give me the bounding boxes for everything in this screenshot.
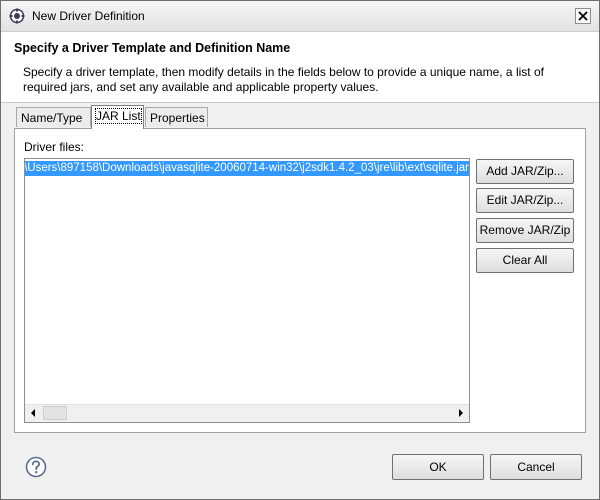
page-description: Specify a driver template, then modify d… <box>23 65 544 94</box>
help-icon[interactable] <box>25 456 47 478</box>
page-title: Specify a Driver Template and Definition… <box>14 41 291 55</box>
arrow-right-icon <box>459 409 463 417</box>
close-icon <box>578 11 588 21</box>
window-title: New Driver Definition <box>32 9 145 23</box>
list-item[interactable]: C:\Users\897158\Downloads\javasqlite-200… <box>25 161 469 176</box>
scroll-thumb[interactable] <box>43 406 67 420</box>
cancel-button[interactable]: Cancel <box>490 454 582 480</box>
tab-label: Properties <box>150 111 205 125</box>
horizontal-scrollbar[interactable] <box>25 404 469 422</box>
header-banner: Specify a Driver Template and Definition… <box>1 32 599 103</box>
dialog-window: New Driver Definition Specify a Driver T… <box>0 0 600 500</box>
edit-jar-button[interactable]: Edit JAR/Zip... <box>476 188 574 213</box>
tab-jar-list[interactable]: JAR List <box>91 105 144 129</box>
driver-files-list[interactable]: C:\Users\897158\Downloads\javasqlite-200… <box>24 158 470 423</box>
add-jar-button[interactable]: Add JAR/Zip... <box>476 159 574 184</box>
tab-label: JAR List <box>95 108 142 124</box>
close-button[interactable] <box>575 8 591 24</box>
clear-all-button[interactable]: Clear All <box>476 248 574 273</box>
file-path: C:\Users\897158\Downloads\javasqlite-200… <box>25 162 469 174</box>
tab-label: Name/Type <box>21 111 83 125</box>
remove-jar-button[interactable]: Remove JAR/Zip <box>476 218 574 243</box>
scroll-left-button[interactable] <box>25 405 42 421</box>
title-bar[interactable]: New Driver Definition <box>1 1 599 32</box>
tab-properties[interactable]: Properties <box>145 107 208 127</box>
jar-list-panel: Driver files: C:\Users\897158\Downloads\… <box>14 128 586 433</box>
tab-name-type[interactable]: Name/Type <box>16 107 91 127</box>
ok-button[interactable]: OK <box>392 454 484 480</box>
driver-files-label: Driver files: <box>24 140 85 154</box>
scroll-right-button[interactable] <box>452 405 469 421</box>
arrow-left-icon <box>31 409 35 417</box>
eclipse-app-icon <box>9 8 25 24</box>
